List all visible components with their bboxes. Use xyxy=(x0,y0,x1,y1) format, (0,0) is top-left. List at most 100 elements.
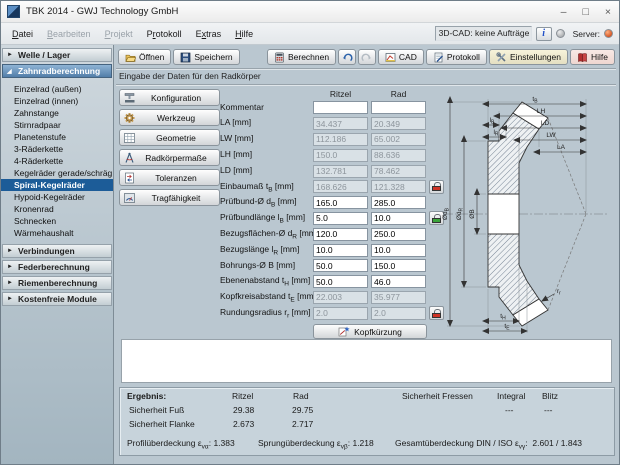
werkzeug-button[interactable]: Werkzeug xyxy=(119,109,220,126)
overlap-sprung: Sprungüberdeckung εvβ: 1.218 xyxy=(258,438,374,451)
sidebar-item-einzelrad-aussen[interactable]: Einzelrad (außen) xyxy=(1,83,113,95)
doc-star-icon xyxy=(338,326,350,337)
result-value: 2.717 xyxy=(292,419,313,429)
sidebar-item-kegelraeder[interactable]: Kegelräder gerade/schräg xyxy=(1,167,113,179)
settings-button[interactable]: Einstellungen xyxy=(489,49,568,65)
la-rad-value xyxy=(371,117,426,130)
help-button[interactable]: Hilfe xyxy=(570,49,615,65)
overlap-gesamt: Gesamtüberdeckung DIN / ISO εvγ: 2.601 /… xyxy=(395,438,582,451)
chevron-right-icon: ► xyxy=(7,52,14,58)
maximize-button[interactable]: □ xyxy=(583,6,589,18)
server-label: Server: xyxy=(573,29,600,39)
radkoerper-form: Ritzel Rad Kommentar LA [mm] LW [mm] xyxy=(220,89,450,339)
calculator-icon xyxy=(274,52,285,63)
form-row-bezugsflaechen: Bezugsflächen-Ø dR [mm] xyxy=(220,226,450,242)
gauge-icon xyxy=(123,192,136,204)
kommentar-rad-input[interactable] xyxy=(371,101,426,114)
dim-label-LD: LD xyxy=(541,120,550,127)
sidebar-group-kostenfreie-module[interactable]: ►Kostenfreie Module xyxy=(2,292,112,306)
dim-label-LA: LA xyxy=(557,144,566,151)
rundungsradius-ritzel-value xyxy=(313,307,368,320)
info-button[interactable]: i xyxy=(536,27,552,41)
dim-label-tB: tB xyxy=(532,96,538,105)
open-button[interactable]: Öffnen xyxy=(118,49,171,65)
tools-icon xyxy=(496,52,507,63)
result-value: --- xyxy=(544,405,553,415)
sidebar-group-federberechnung[interactable]: ►Federberechnung xyxy=(2,260,112,274)
ebenenabstand-rad-input[interactable] xyxy=(371,275,426,288)
app-icon xyxy=(7,5,20,18)
field-label: Bezugsflächen-Ø dR [mm] xyxy=(220,228,310,241)
sidebar-item-list: Einzelrad (außen) Einzelrad (innen) Zahn… xyxy=(1,80,113,243)
field-label: Prüfbund-Ø dB [mm] xyxy=(220,196,310,209)
menu-bearbeiten: Bearbeiten xyxy=(40,26,98,42)
menu-hilfe[interactable]: Hilfe xyxy=(228,26,260,42)
sidebar-item-planetenstufe[interactable]: Planetenstufe xyxy=(1,131,113,143)
sidebar-group-zahnradberechnung[interactable]: ◢Zahnradberechnung xyxy=(2,64,112,78)
pruefbundlaenge-rad-input[interactable] xyxy=(371,212,426,225)
form-row-einbaumass: Einbaumaß tB [mm] xyxy=(220,179,450,195)
sidebar-item-4-raederkette[interactable]: 4-Räderkette xyxy=(1,155,113,167)
bohrung-rad-input[interactable] xyxy=(371,259,426,272)
gear-body-drawing: tB LH LD LW LA lB lR ØdB ØdR ØB tH tE rr xyxy=(436,91,614,337)
pruefbund-d-ritzel-input[interactable] xyxy=(313,196,368,209)
close-button[interactable]: × xyxy=(605,6,611,18)
minimize-button[interactable]: – xyxy=(561,6,567,18)
cad-button[interactable]: CAD xyxy=(378,49,424,65)
page-arrows-icon xyxy=(123,172,136,184)
sidebar-group-riemenberechnung[interactable]: ►Riemenberechnung xyxy=(2,276,112,290)
tragfaehigkeit-button[interactable]: Tragfähigkeit xyxy=(119,189,220,206)
undo-button[interactable] xyxy=(338,49,356,65)
results-col-rad: Rad xyxy=(293,391,309,401)
menu-protokoll[interactable]: Protokoll xyxy=(140,26,189,42)
sidebar-item-3-raederkette[interactable]: 3-Räderkette xyxy=(1,143,113,155)
sidebar-item-spiral-kegelraeder[interactable]: Spiral-Kegelräder xyxy=(1,179,113,191)
kommentar-ritzel-input[interactable] xyxy=(313,101,368,114)
form-row-bohrung: Bohrungs-Ø B [mm] xyxy=(220,258,450,274)
bezugslaenge-rad-input[interactable] xyxy=(371,244,426,257)
bezugsflaechen-ritzel-input[interactable] xyxy=(313,228,368,241)
calculate-button[interactable]: Berechnen xyxy=(267,49,336,65)
sidebar-item-einzelrad-innen[interactable]: Einzelrad (innen) xyxy=(1,95,113,107)
menu-projekt: Projekt xyxy=(98,26,140,42)
cad-status-field: 3D-CAD: keine Aufträge xyxy=(435,26,532,41)
column-header-rad: Rad xyxy=(371,89,426,100)
server-status-led xyxy=(604,29,613,38)
bohrung-ritzel-input[interactable] xyxy=(313,259,368,272)
window-title: TBK 2014 - GWJ Technology GmbH xyxy=(26,6,555,17)
menu-extras[interactable]: Extras xyxy=(189,26,229,42)
sidebar-item-stirnradpaar[interactable]: Stirnradpaar xyxy=(1,119,113,131)
kopfkuerzung-button[interactable]: Kopfkürzung xyxy=(313,324,427,339)
sidebar-item-waermehaushalt[interactable]: Wärmehaushalt xyxy=(1,227,113,239)
sidebar-group-verbindungen[interactable]: ►Verbindungen xyxy=(2,244,112,258)
einbaumass-ritzel-value xyxy=(313,180,368,193)
ebenenabstand-ritzel-input[interactable] xyxy=(313,275,368,288)
overlap-profil: Profilüberdeckung εvα: 1.383 xyxy=(127,438,235,451)
bezugsflaechen-rad-input[interactable] xyxy=(371,228,426,241)
save-button[interactable]: Speichern xyxy=(173,49,239,65)
form-row-pruefbundlaenge: Prüfbundlänge lB [mm] xyxy=(220,211,450,227)
category-button-column: Konfiguration Werkzeug Geometrie Radkörp… xyxy=(119,89,220,209)
sidebar-item-hypoid-kegelraeder[interactable]: Hypoid-Kegelräder xyxy=(1,191,113,203)
sidebar-item-kronenrad[interactable]: Kronenrad xyxy=(1,203,113,215)
bezugslaenge-ritzel-input[interactable] xyxy=(313,244,368,257)
chevron-right-icon: ► xyxy=(7,280,14,286)
divider xyxy=(116,84,616,85)
radkoerpermasse-button[interactable]: Radkörpermaße xyxy=(119,149,220,166)
form-row-ld: LD [mm] xyxy=(220,163,450,179)
pruefbundlaenge-ritzel-input[interactable] xyxy=(313,212,368,225)
konfiguration-button[interactable]: Konfiguration xyxy=(119,89,220,106)
toleranzen-button[interactable]: Toleranzen xyxy=(119,169,220,186)
kopfkreisabstand-rad-value xyxy=(371,291,426,304)
sidebar-group-welle-lager[interactable]: ►Welle / Lager xyxy=(2,48,112,62)
menu-datei[interactable]: Datei xyxy=(5,26,40,42)
lw-ritzel-value xyxy=(313,133,368,146)
sidebar-item-zahnstange[interactable]: Zahnstange xyxy=(1,107,113,119)
protocol-button[interactable]: Protokoll xyxy=(426,49,487,65)
geometrie-button[interactable]: Geometrie xyxy=(119,129,220,146)
pruefbund-d-rad-input[interactable] xyxy=(371,196,426,209)
ld-ritzel-value xyxy=(313,165,368,178)
lh-ritzel-value xyxy=(313,149,368,162)
cad-status-led xyxy=(556,29,565,38)
sidebar-item-schnecken[interactable]: Schnecken xyxy=(1,215,113,227)
